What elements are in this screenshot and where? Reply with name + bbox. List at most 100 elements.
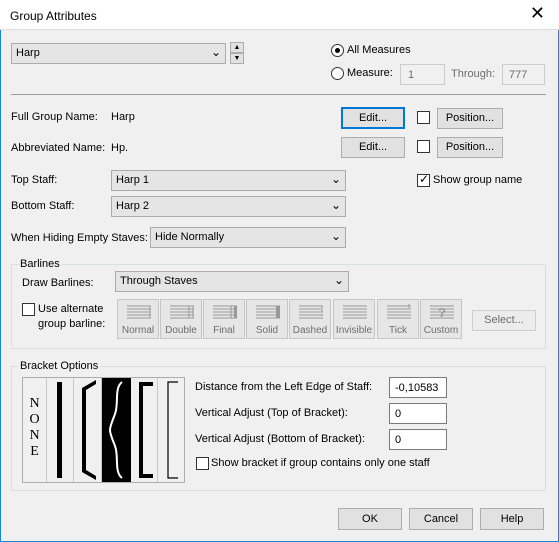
bottom-staff-label: Bottom Staff: bbox=[11, 200, 75, 212]
position-full-button[interactable]: Position... bbox=[437, 108, 503, 129]
alternate-barline-checkbox[interactable] bbox=[22, 303, 35, 316]
vertical-top-field[interactable]: 0 bbox=[389, 403, 447, 424]
bracket-angled-option[interactable] bbox=[74, 378, 102, 482]
show-bracket-one-staff-label: Show bracket if group contains only one … bbox=[211, 457, 430, 469]
distance-label: Distance from the Left Edge of Staff: bbox=[195, 381, 373, 393]
group-select-value: Harp bbox=[16, 47, 40, 59]
measure-range-radio[interactable] bbox=[331, 67, 344, 80]
abbr-name-value: Hp. bbox=[111, 142, 129, 154]
measure-to-value: 777 bbox=[509, 69, 528, 81]
group-select[interactable]: Harp ⌄ bbox=[11, 43, 226, 64]
edit-full-name-label: Edit... bbox=[358, 112, 388, 124]
draw-barlines-select[interactable]: Through Staves ⌄ bbox=[115, 271, 349, 292]
bracket-thin-option[interactable] bbox=[158, 378, 184, 482]
hiding-select[interactable]: Hide Normally ⌄ bbox=[150, 227, 346, 248]
top-staff-label: Top Staff: bbox=[11, 174, 58, 186]
chevron-down-icon: ⌄ bbox=[330, 229, 341, 243]
barline-dashed-icon bbox=[299, 305, 323, 319]
all-measures-radio[interactable] bbox=[331, 44, 344, 57]
edit-abbr-name-label: Edit... bbox=[358, 141, 388, 153]
top-staff-select[interactable]: Harp 1 ⌄ bbox=[111, 170, 346, 191]
bracket-none-letter: E bbox=[30, 444, 39, 459]
bracket-thin-icon bbox=[167, 381, 178, 479]
barline-final-icon bbox=[213, 305, 237, 319]
bracket-none-option[interactable]: N O N E bbox=[23, 378, 47, 482]
bracket-none-letter: N bbox=[29, 396, 40, 411]
barline-final-label: Final bbox=[213, 325, 235, 336]
barline-normal-button[interactable]: Normal bbox=[117, 299, 159, 339]
bracket-brace-option[interactable] bbox=[102, 378, 131, 482]
barline-double-icon bbox=[170, 305, 194, 319]
edit-abbr-name-button[interactable]: Edit... bbox=[341, 137, 405, 158]
show-group-name-label: Show group name bbox=[433, 174, 523, 186]
chevron-down-icon: ⌄ bbox=[330, 198, 341, 212]
arrow-up-icon: ▲ bbox=[233, 44, 241, 51]
full-name-label: Full Group Name: bbox=[11, 111, 98, 123]
bracket-none-letter: N bbox=[29, 428, 40, 443]
alternate-barline-label-1: Use alternate bbox=[38, 303, 104, 315]
barline-normal-label: Normal bbox=[121, 325, 155, 336]
ok-button[interactable]: OK bbox=[338, 508, 402, 530]
barline-dashed-button[interactable]: Dashed bbox=[289, 299, 331, 339]
position-full-checkbox[interactable] bbox=[417, 111, 430, 124]
arrow-down-icon: ▼ bbox=[233, 55, 241, 62]
bracket-thick-line-option[interactable] bbox=[47, 378, 74, 482]
bracket-square-option[interactable] bbox=[131, 378, 158, 482]
barline-custom-button[interactable]: ? Custom bbox=[420, 299, 462, 339]
distance-value: -0,10583 bbox=[395, 382, 439, 394]
barline-normal-icon bbox=[127, 305, 151, 319]
barline-custom-icon: ? bbox=[430, 305, 454, 320]
barline-solid-label: Solid bbox=[255, 325, 279, 336]
position-abbr-button[interactable]: Position... bbox=[437, 137, 503, 158]
measure-to-field[interactable]: 777 bbox=[502, 64, 545, 85]
barline-invisible-label: Invisible bbox=[335, 325, 373, 336]
barline-tick-button[interactable]: Tick bbox=[377, 299, 419, 339]
alternate-barline-label-2: group barline: bbox=[38, 318, 106, 330]
separator bbox=[11, 94, 546, 95]
barline-invisible-button[interactable]: Invisible bbox=[333, 299, 375, 339]
all-measures-label: All Measures bbox=[347, 44, 411, 56]
barline-solid-button[interactable]: Solid bbox=[246, 299, 288, 339]
help-label: Help bbox=[500, 513, 524, 525]
draw-barlines-label: Draw Barlines: bbox=[22, 277, 94, 289]
help-button[interactable]: Help bbox=[480, 508, 544, 530]
full-name-value: Harp bbox=[111, 111, 135, 123]
barline-double-label: Double bbox=[165, 325, 197, 336]
bracket-none-letter: O bbox=[29, 412, 40, 427]
close-icon[interactable]: ✕ bbox=[530, 4, 545, 22]
spin-up-button[interactable]: ▲ bbox=[230, 42, 244, 53]
title-bar: Group Attributes ✕ bbox=[0, 0, 559, 30]
hiding-value: Hide Normally bbox=[155, 231, 225, 243]
select-barline-label: Select... bbox=[484, 314, 524, 326]
bracket-brace-icon bbox=[108, 381, 123, 479]
chevron-down-icon: ⌄ bbox=[210, 45, 221, 59]
measure-from-field[interactable]: 1 bbox=[400, 64, 445, 85]
cancel-label: Cancel bbox=[423, 513, 459, 525]
draw-barlines-value: Through Staves bbox=[120, 275, 198, 287]
barlines-group-label: Barlines bbox=[18, 258, 62, 270]
vertical-bottom-field[interactable]: 0 bbox=[389, 429, 447, 450]
bracket-thick-line-icon bbox=[57, 382, 62, 478]
edit-full-name-button[interactable]: Edit... bbox=[341, 107, 405, 129]
spin-down-button[interactable]: ▼ bbox=[230, 53, 244, 64]
bottom-staff-select[interactable]: Harp 2 ⌄ bbox=[111, 196, 346, 217]
measure-from-value: 1 bbox=[408, 69, 415, 81]
window-title: Group Attributes bbox=[10, 9, 97, 23]
barline-dashed-label: Dashed bbox=[292, 325, 328, 336]
barline-final-button[interactable]: Final bbox=[203, 299, 245, 339]
show-bracket-one-staff-checkbox[interactable] bbox=[196, 457, 209, 470]
distance-field[interactable]: -0,10583 bbox=[389, 377, 447, 398]
measure-range-label: Measure: bbox=[347, 67, 393, 79]
vertical-bottom-value: 0 bbox=[395, 434, 402, 446]
bottom-staff-value: Harp 2 bbox=[116, 200, 150, 212]
position-abbr-checkbox[interactable] bbox=[417, 140, 430, 153]
position-full-label: Position... bbox=[445, 112, 495, 124]
barline-double-button[interactable]: Double bbox=[160, 299, 202, 339]
barline-tick-icon bbox=[387, 304, 411, 319]
cancel-button[interactable]: Cancel bbox=[409, 508, 473, 530]
show-group-name-checkbox[interactable] bbox=[417, 172, 430, 187]
svg-text:?: ? bbox=[438, 305, 446, 320]
chevron-down-icon: ⌄ bbox=[330, 172, 341, 186]
vertical-top-value: 0 bbox=[395, 408, 402, 420]
select-barline-button[interactable]: Select... bbox=[472, 310, 536, 331]
